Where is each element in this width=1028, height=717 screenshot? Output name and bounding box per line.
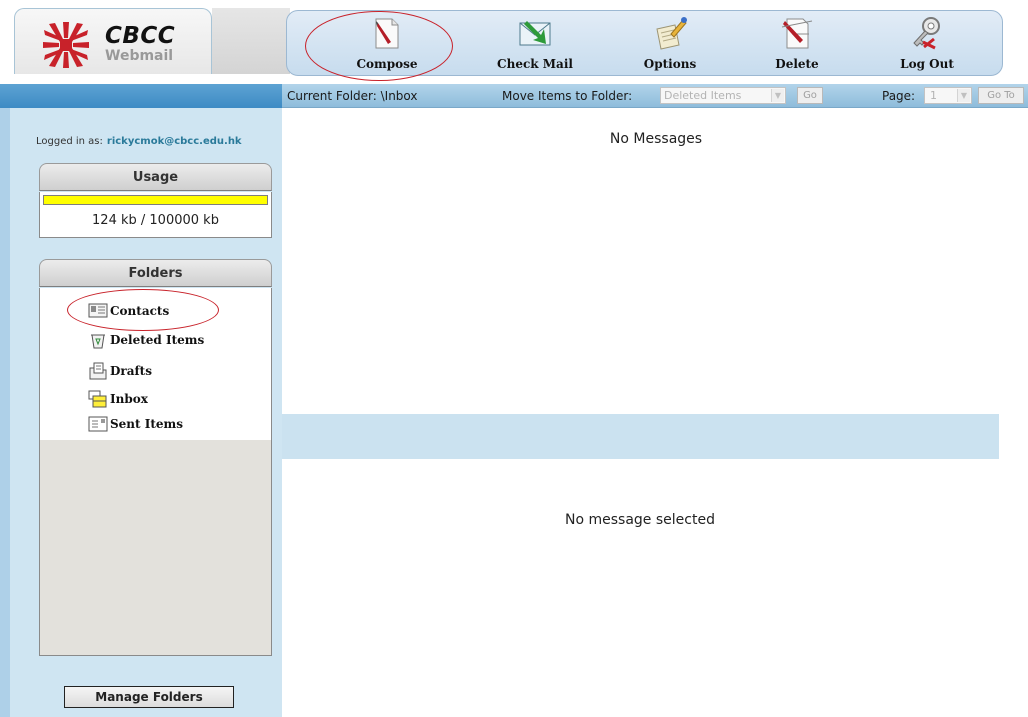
logout-icon — [913, 17, 940, 50]
usage-panel: 124 kb / 100000 kb — [39, 192, 272, 238]
options-button[interactable]: Options — [615, 11, 725, 77]
header-band — [212, 8, 290, 74]
sidebar: Logged in as: rickycmok@cbcc.edu.hk Usage… — [0, 108, 282, 717]
folders-panel: Contacts Deleted Items Drafts Inbox Sent… — [39, 288, 272, 656]
compose-label: Compose — [356, 57, 418, 71]
usage-progress-bar — [43, 195, 268, 205]
check-mail-button[interactable]: Check Mail — [480, 11, 590, 77]
no-message-selected-text: No message selected — [565, 512, 715, 528]
delete-button[interactable]: Delete — [742, 11, 852, 77]
manage-folders-button[interactable]: Manage Folders — [64, 686, 234, 708]
folder-list: Contacts Deleted Items Drafts Inbox Sent… — [40, 288, 271, 440]
move-items-label: Move Items to Folder: — [502, 89, 633, 103]
check-mail-label: Check Mail — [497, 57, 573, 71]
logged-in-label: Logged in as: — [36, 136, 103, 147]
pane-divider[interactable] — [282, 414, 999, 459]
header: CBCC Webmail Compose Check Mail Options … — [0, 0, 1028, 84]
compose-button[interactable]: Compose — [332, 11, 442, 77]
no-messages-text: No Messages — [609, 131, 703, 147]
message-preview-pane: No message selected — [282, 459, 1028, 717]
message-list-pane: No Messages — [282, 109, 1028, 414]
info-bar-left-band — [0, 84, 282, 108]
cbcc-cross-logo-icon — [43, 22, 89, 68]
folder-label: Drafts — [110, 364, 152, 378]
options-icon — [656, 17, 687, 50]
brand-name: CBCC — [105, 23, 176, 49]
usage-progress-fill — [44, 196, 267, 204]
folder-label: Deleted Items — [110, 333, 205, 347]
move-go-button[interactable]: Go — [797, 87, 823, 104]
user-email: rickycmok@cbcc.edu.hk — [106, 136, 242, 147]
logout-label: Log Out — [900, 57, 954, 71]
logout-button[interactable]: Log Out — [872, 11, 982, 77]
move-folder-value: Deleted Items — [664, 89, 742, 102]
folder-label: Sent Items — [110, 417, 183, 431]
drafts-icon — [89, 362, 107, 380]
current-folder-label: Current Folder: \Inbox — [287, 89, 418, 103]
folders-panel-header: Folders — [39, 259, 272, 287]
product-name: Webmail — [105, 48, 174, 64]
inbox-icon — [88, 390, 107, 408]
page-select[interactable]: 1 ▼ — [924, 87, 972, 104]
sent-items-icon — [88, 416, 108, 432]
main-toolbar: Compose Check Mail Options Delete Log Ou… — [286, 10, 1003, 76]
page-value: 1 — [930, 89, 937, 102]
usage-text: 124 kb / 100000 kb — [92, 213, 219, 228]
check-mail-icon — [519, 21, 551, 46]
folder-label: Inbox — [110, 392, 148, 406]
info-bar: Current Folder: \Inbox Move Items to Fol… — [0, 84, 1028, 108]
contacts-card-icon — [88, 303, 108, 318]
folder-label: Contacts — [110, 304, 170, 318]
chevron-down-icon: ▼ — [957, 89, 970, 102]
recycle-bin-icon — [91, 334, 105, 349]
move-folder-select[interactable]: Deleted Items ▼ — [660, 87, 786, 104]
delete-icon — [781, 18, 813, 49]
options-label: Options — [643, 57, 697, 71]
delete-label: Delete — [775, 57, 819, 71]
usage-panel-header: Usage — [39, 163, 272, 191]
page-label: Page: — [882, 89, 916, 103]
goto-page-button[interactable]: Go To — [978, 87, 1024, 104]
compose-icon — [375, 18, 399, 49]
logo: CBCC Webmail — [14, 8, 212, 74]
logged-in-info: Logged in as: rickycmok@cbcc.edu.hk — [36, 136, 242, 147]
chevron-down-icon: ▼ — [771, 89, 784, 102]
